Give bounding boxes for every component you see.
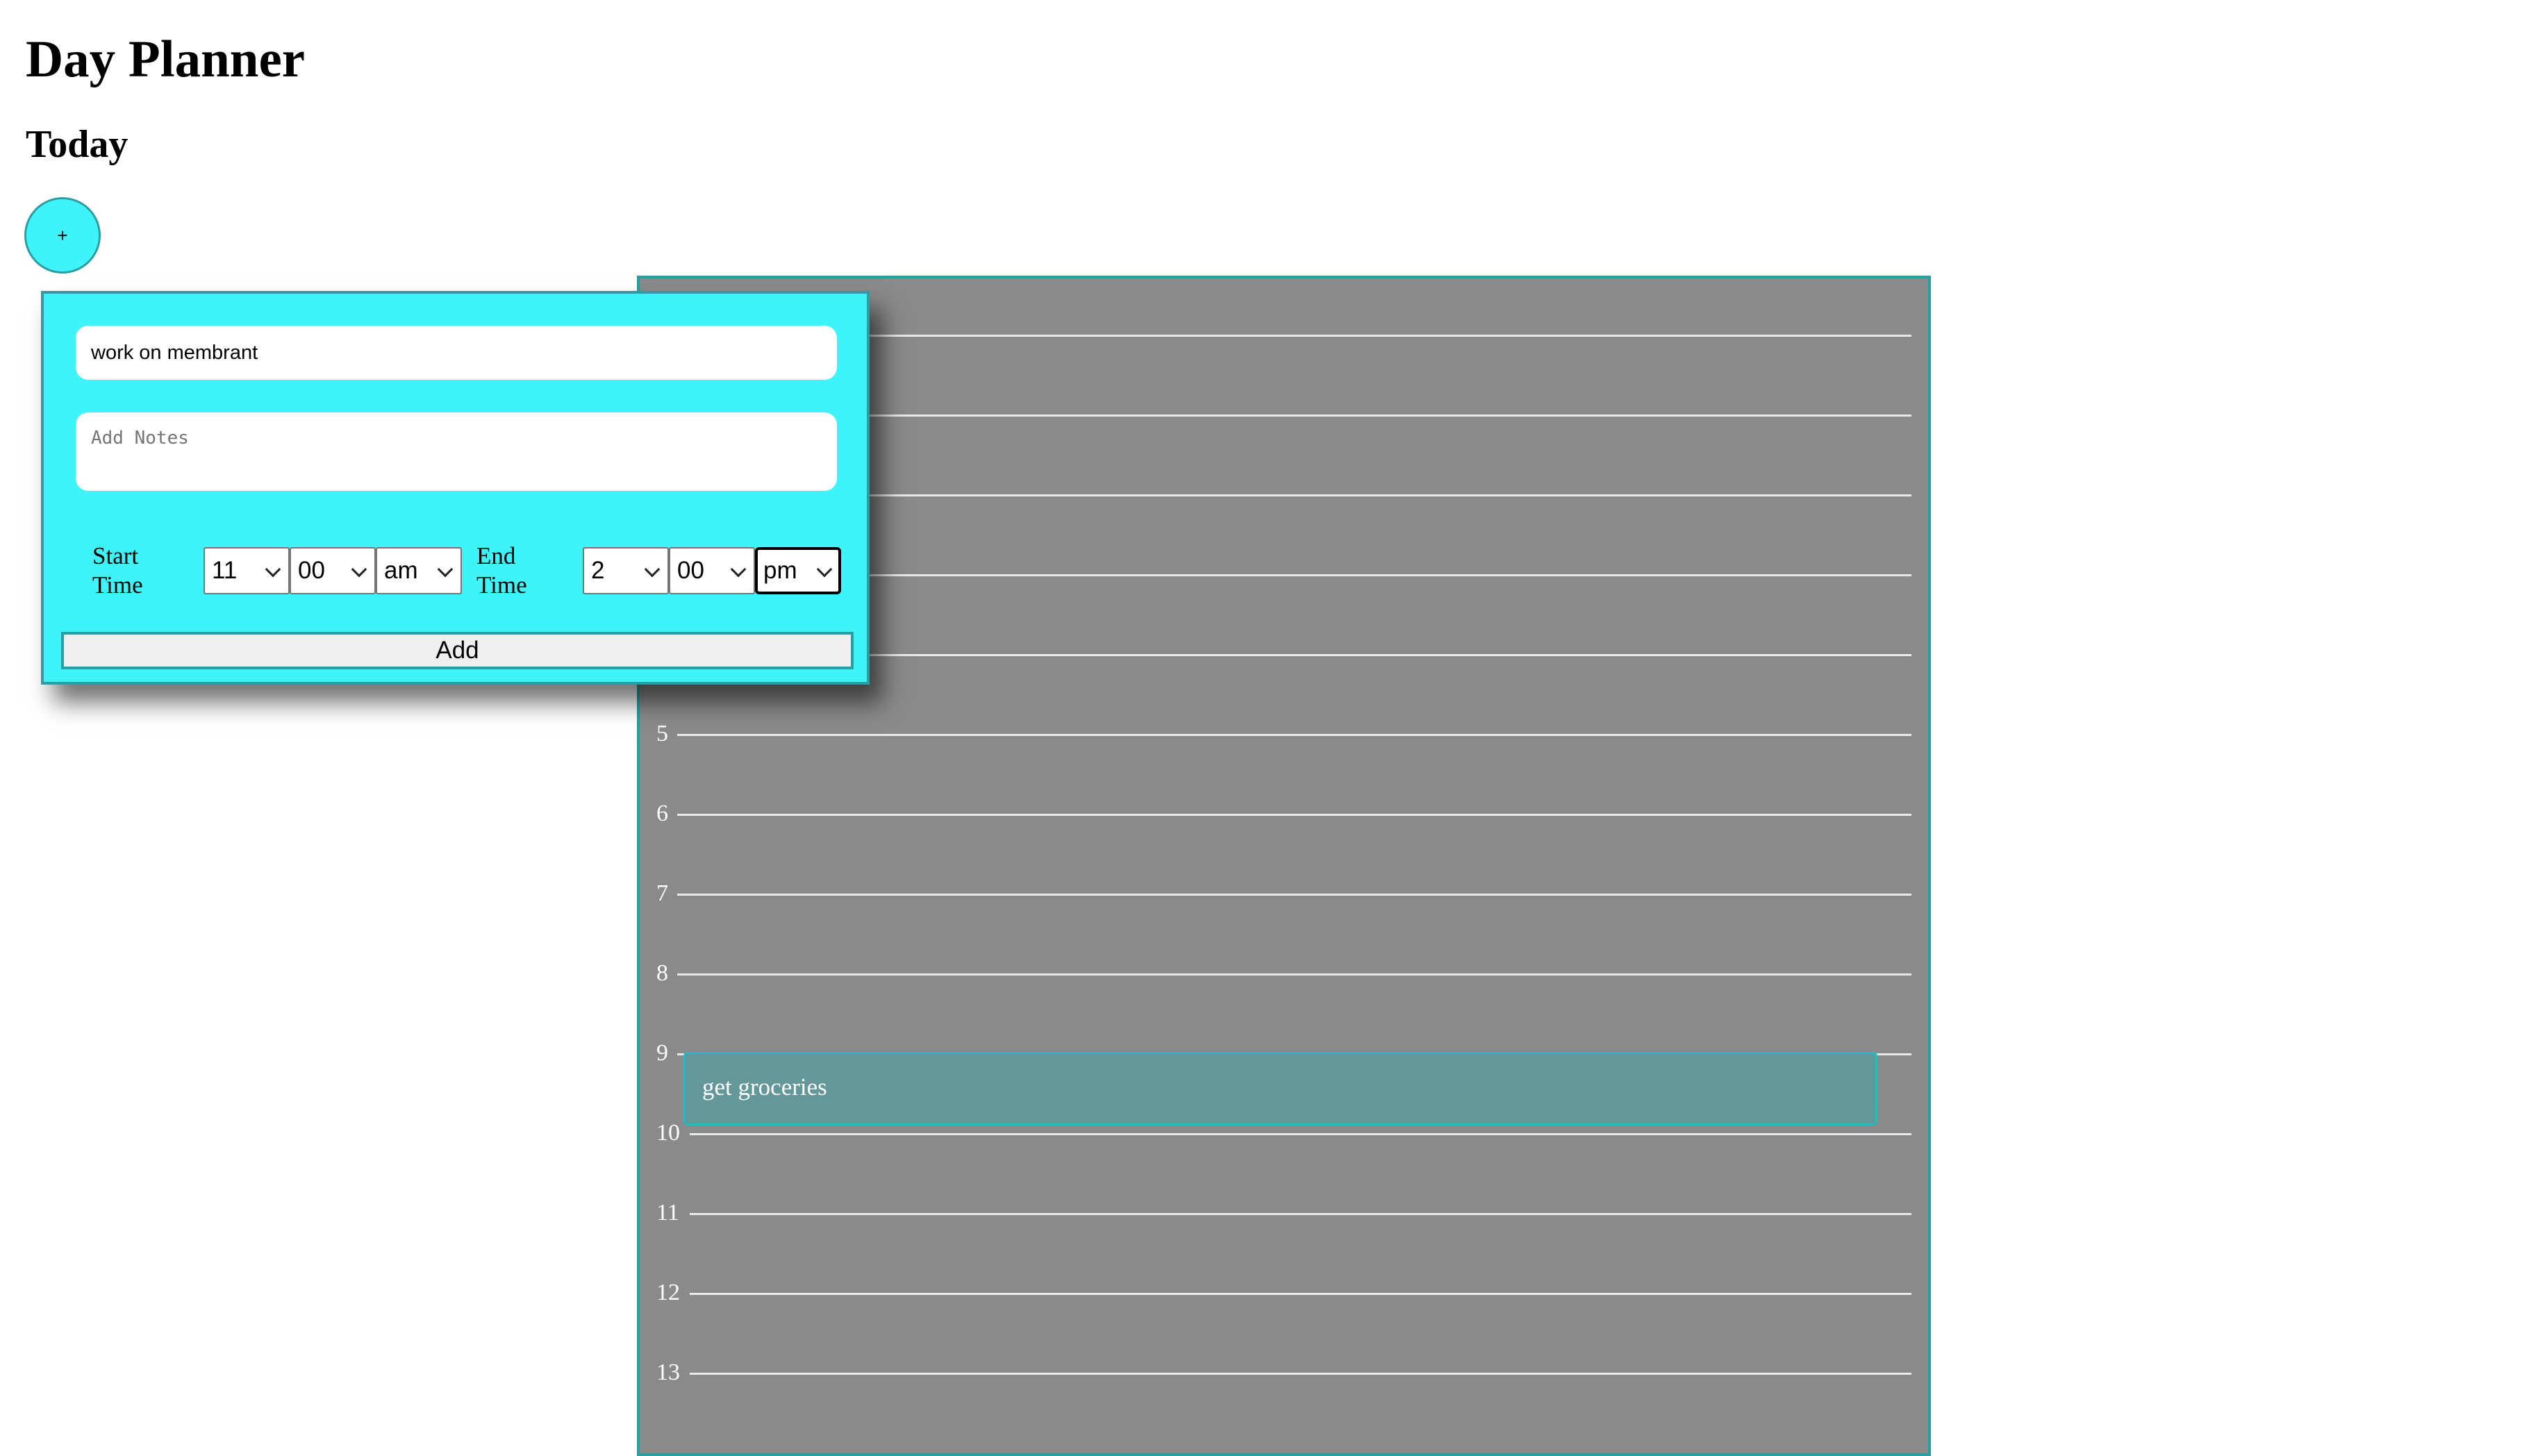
start-ampm-select[interactable]: am — [376, 547, 462, 594]
chevron-down-icon — [265, 561, 281, 578]
end-minute-value: 00 — [677, 557, 704, 584]
chevron-down-icon — [730, 561, 747, 578]
end-minute-select[interactable]: 00 — [669, 547, 755, 594]
start-hour-value: 11 — [212, 557, 238, 584]
hour-line — [690, 1293, 1911, 1295]
hour-label: 5 — [656, 721, 668, 746]
event-title: get groceries — [702, 1073, 827, 1101]
hour-label: 9 — [656, 1040, 668, 1066]
hour-line — [677, 734, 1911, 736]
end-time-label: End Time — [476, 542, 527, 600]
start-time-label-line1: Start — [92, 542, 139, 569]
event-block[interactable]: get groceries — [683, 1052, 1877, 1126]
add-button[interactable]: Add — [61, 632, 854, 669]
hour-line — [690, 1373, 1911, 1375]
hour-label: 13 — [656, 1359, 680, 1385]
plus-icon: + — [57, 224, 68, 246]
hour-label: 11 — [656, 1200, 679, 1225]
hour-label: 12 — [656, 1280, 680, 1305]
end-time-label-line1: End — [476, 542, 516, 569]
end-ampm-select[interactable]: pm — [755, 547, 841, 594]
page-title: Day Planner — [26, 31, 306, 88]
hour-label: 6 — [656, 801, 668, 826]
start-ampm-value: am — [384, 557, 418, 584]
hour-line — [677, 894, 1911, 896]
add-event-popup: work on membrant Add Notes Start Time 11… — [41, 291, 870, 685]
event-notes-input[interactable]: Add Notes — [76, 412, 837, 491]
chevron-down-icon — [816, 561, 833, 578]
hour-label: 8 — [656, 960, 668, 986]
page-subtitle: Today — [26, 123, 128, 166]
end-hour-value: 2 — [591, 557, 605, 584]
hour-line — [690, 1213, 1911, 1215]
start-hour-select[interactable]: 11 — [204, 547, 290, 594]
hour-line — [690, 1133, 1911, 1135]
event-title-input[interactable]: work on membrant — [76, 326, 837, 380]
hour-label: 7 — [656, 880, 668, 906]
chevron-down-icon — [437, 561, 454, 578]
end-ampm-value: pm — [763, 557, 797, 584]
chevron-down-icon — [644, 561, 661, 578]
chevron-down-icon — [351, 561, 367, 578]
hour-label: 10 — [656, 1120, 680, 1146]
hour-line — [677, 973, 1911, 976]
start-minute-value: 00 — [298, 557, 325, 584]
end-hour-select[interactable]: 2 — [583, 547, 669, 594]
hour-line — [677, 814, 1911, 816]
start-time-label: Start Time — [92, 542, 143, 600]
end-time-label-line2: Time — [476, 571, 527, 599]
start-minute-select[interactable]: 00 — [290, 547, 376, 594]
add-event-button[interactable]: + — [24, 197, 101, 274]
start-time-label-line2: Time — [92, 571, 143, 599]
